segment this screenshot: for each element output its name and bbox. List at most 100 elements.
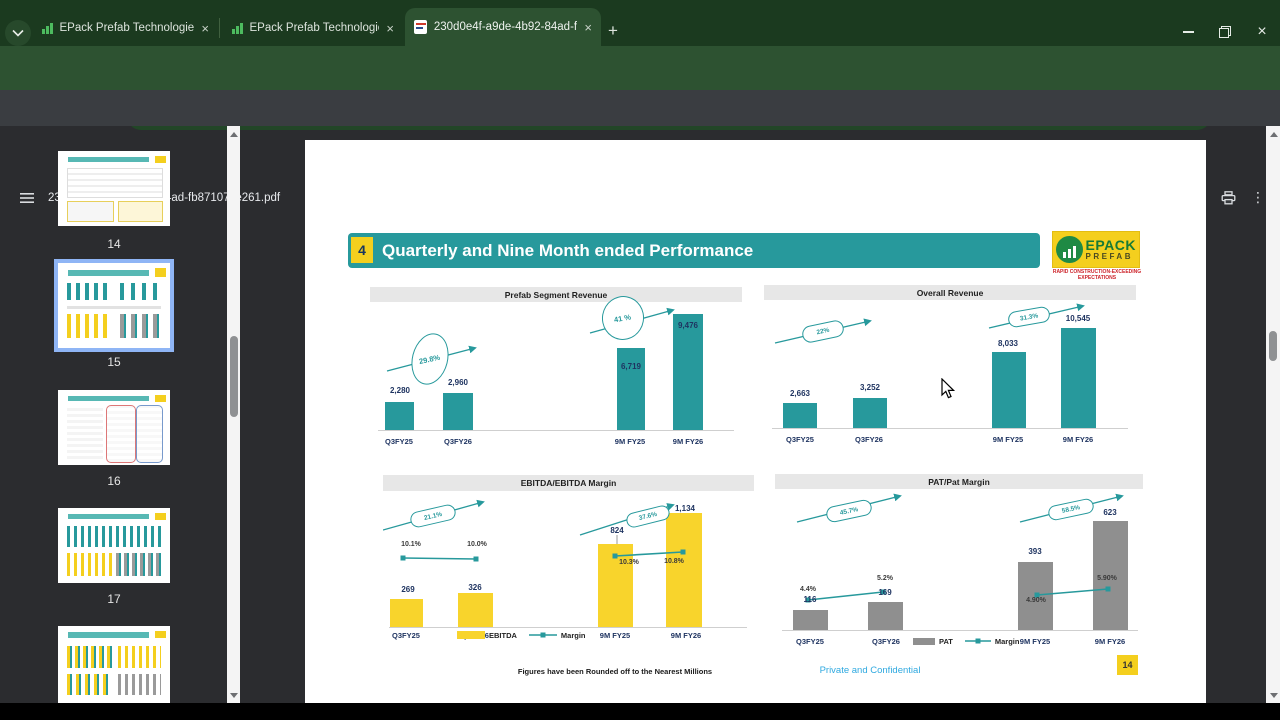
chart-overall-revenue: Overall Revenue 2,663 3,252 8,033 10,545… xyxy=(764,283,1136,460)
x-axis xyxy=(378,430,734,431)
bar-value: 9,476 xyxy=(677,321,699,330)
restore-icon xyxy=(1219,26,1231,38)
pat-legend-swatch xyxy=(913,637,935,645)
x-label: 9M FY26 xyxy=(670,631,702,640)
chart-ebitda-margin: EBITDA/EBITDA Margin 269 326 824 1,134 1… xyxy=(383,473,755,658)
x-label: Q3FY26 xyxy=(444,437,472,446)
logo-brand: EPACK xyxy=(1085,236,1136,253)
bar-value: 8,033 xyxy=(997,339,1019,348)
print-button[interactable] xyxy=(1217,187,1239,209)
x-axis xyxy=(772,428,1128,429)
tab-title: 230d0e4f-a9de-4b92-84ad-fb8 xyxy=(433,21,578,33)
logo-icon xyxy=(1056,236,1083,263)
bar-value: 2,280 xyxy=(389,386,411,395)
tab-separator xyxy=(219,18,220,38)
thumbnail-page-number: 17 xyxy=(107,592,121,606)
x-label: 9M FY25 xyxy=(599,631,631,640)
window-close-button[interactable]: × xyxy=(1249,19,1275,45)
epack-prefab-logo: EPACK PREFAB xyxy=(1052,231,1140,268)
slide-title: Quarterly and Nine Month ended Performan… xyxy=(382,240,754,260)
x-label: Q3FY25 xyxy=(385,437,413,446)
margin-value: 10.3% xyxy=(619,559,639,566)
section-number-badge: 4 xyxy=(351,237,373,263)
close-tab-icon[interactable]: × xyxy=(584,21,592,34)
close-icon: × xyxy=(1257,23,1267,40)
scroll-up-arrow[interactable] xyxy=(229,129,238,139)
pdf-toolbar: 230d0e4f-a9de-4b92-84ad-fb87107ce261.pdf… xyxy=(0,90,1280,209)
mouse-cursor xyxy=(941,378,956,399)
browser-tab-bar: EPack Prefab Technologies Ltd s × EPack … xyxy=(0,0,1280,46)
scroll-up-arrow[interactable] xyxy=(1269,129,1278,139)
margin-value: 10.0% xyxy=(467,541,487,548)
browser-tab-2[interactable]: EPack Prefab Technologies Ltd s × xyxy=(223,12,403,44)
bar-chart-favicon xyxy=(232,22,243,34)
bar-value: 169 xyxy=(878,588,892,597)
confidential-label: Private and Confidential xyxy=(819,665,921,676)
plus-icon: + xyxy=(608,21,618,40)
x-label: 9M FY26 xyxy=(672,437,704,446)
margin-value: 10.1% xyxy=(401,541,421,548)
thumbnail-page-number: 14 xyxy=(107,237,121,251)
bar-value: 269 xyxy=(401,585,415,594)
x-label: 9M FY25 xyxy=(992,435,1024,444)
chevron-down-icon xyxy=(12,29,24,37)
main-scrollbar[interactable] xyxy=(1266,126,1280,703)
page-thumbnail-18[interactable] xyxy=(58,626,170,703)
browser-window: EPack Prefab Technologies Ltd s × EPack … xyxy=(0,0,1280,720)
minimize-icon xyxy=(1182,31,1194,33)
new-tab-button[interactable]: + xyxy=(602,20,624,42)
browser-tab-active[interactable]: 230d0e4f-a9de-4b92-84ad-fb8 × xyxy=(405,8,601,46)
page-thumbnail-14[interactable] xyxy=(58,151,170,226)
margin-value: 4.4% xyxy=(800,586,816,593)
bar-value: 393 xyxy=(1028,547,1042,556)
page-thumbnail-17[interactable] xyxy=(58,508,170,583)
scroll-down-arrow[interactable] xyxy=(229,690,238,700)
x-label: 9M FY26 xyxy=(1094,637,1126,646)
bar-chart-favicon xyxy=(42,22,53,34)
x-label: Q3FY26 xyxy=(855,435,883,444)
print-icon xyxy=(1221,191,1235,205)
sidebar-scrollbar[interactable] xyxy=(227,126,240,703)
browser-tab-1[interactable]: EPack Prefab Technologies Ltd s × xyxy=(33,12,218,44)
x-label: 9M FY26 xyxy=(1062,435,1094,444)
margin-value: 5.90% xyxy=(1097,575,1117,582)
logo-sub: PREFAB xyxy=(1085,251,1133,261)
bar-value: 824 xyxy=(610,526,624,535)
tab-title: EPack Prefab Technologies Ltd s xyxy=(59,22,195,34)
browser-toolbar: ← → bseindia.com/xml-data/corpfiling/Att… xyxy=(0,46,1280,130)
scroll-down-arrow[interactable] xyxy=(1269,690,1278,700)
bar-value: 2,663 xyxy=(789,389,811,398)
bar-value: 116 xyxy=(803,595,817,604)
thumbnail-page-number: 15 xyxy=(107,355,121,369)
margin-legend-glyph xyxy=(964,638,991,644)
x-label: Q3FY25 xyxy=(796,637,824,646)
scrollbar-thumb[interactable] xyxy=(229,336,238,417)
logo-tagline: RAPID CONSTRUCTION-EXCEEDING EXPECTATION… xyxy=(1052,269,1142,281)
x-label: Q3FY26 xyxy=(872,637,900,646)
thumbnail-preview xyxy=(66,167,164,198)
page-thumbnail-16[interactable] xyxy=(58,390,170,465)
x-label: Q3FY25 xyxy=(392,631,420,640)
bar-value: 6,719 xyxy=(620,362,642,371)
scrollbar-thumb[interactable] xyxy=(1269,331,1277,361)
margin-legend-glyph xyxy=(528,632,557,638)
thumbnail-page-number: 16 xyxy=(107,474,121,488)
pdf-more-options-button[interactable]: ⋮ xyxy=(1248,187,1268,209)
close-tab-icon[interactable]: × xyxy=(386,22,394,35)
bar-value: 3,252 xyxy=(859,383,881,392)
screen-bottom-strip xyxy=(0,703,1280,720)
kebab-icon: ⋮ xyxy=(1251,190,1265,206)
window-restore-button[interactable] xyxy=(1212,19,1238,45)
bar-value: 326 xyxy=(468,583,482,592)
margin-value: 4.90% xyxy=(1026,597,1046,604)
x-label: 9M FY25 xyxy=(614,437,646,446)
chart-legend: EBITDA Margin xyxy=(457,630,586,640)
tab-search-button[interactable] xyxy=(5,20,31,46)
window-minimize-button[interactable] xyxy=(1175,19,1201,45)
close-tab-icon[interactable]: × xyxy=(201,22,209,35)
slide-title-banner: Quarterly and Nine Month ended Performan… xyxy=(348,233,1040,268)
chart-pat-margin: PAT/Pat Margin 116 169 393 623 4.4% 5.2%… xyxy=(774,472,1146,657)
growth-arrows xyxy=(774,303,1085,344)
page-thumbnail-15-selected[interactable] xyxy=(54,259,174,352)
chart-prefab-segment-revenue: Prefab Segment Revenue 2,280 2,960 6,719… xyxy=(370,285,742,460)
